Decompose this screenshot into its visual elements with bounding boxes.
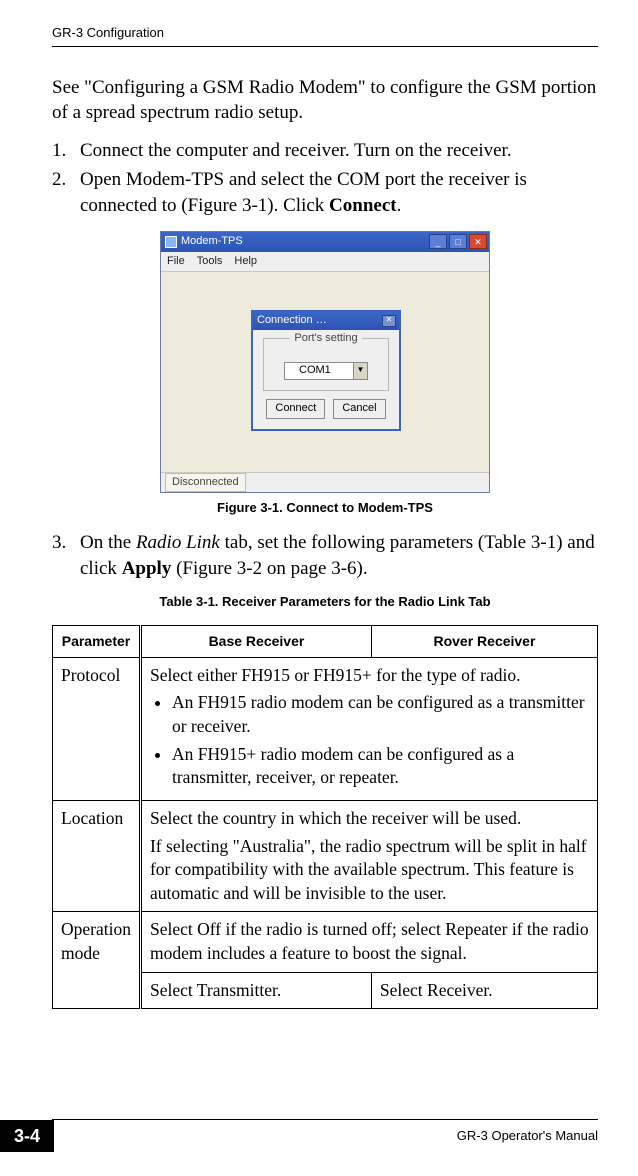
step-3-pre: On the (80, 532, 136, 553)
app-window: Modem-TPS _ □ ✕ File Tools Help Connecti… (160, 231, 490, 493)
chevron-down-icon: ▼ (353, 363, 367, 379)
step-3-bold: Apply (122, 558, 172, 579)
figure-screenshot: Modem-TPS _ □ ✕ File Tools Help Connecti… (52, 231, 598, 493)
step-2-num: 2. (52, 167, 80, 218)
dialog-close-button[interactable]: ✕ (382, 315, 396, 327)
step-3: 3. On the Radio Link tab, set the follow… (52, 530, 598, 581)
running-head: GR-3 Configuration (52, 24, 598, 42)
cell-opmode-rover: Select Receiver. (371, 972, 597, 1009)
cell-opmode-shared: Select Off if the radio is turned off; s… (140, 912, 597, 972)
menu-file[interactable]: File (167, 254, 185, 269)
footer: 3-4 GR-3 Operator's Manual (0, 1119, 638, 1152)
com-port-select[interactable]: COM1 ▼ (284, 362, 368, 380)
menu-tools[interactable]: Tools (197, 254, 223, 269)
protocol-bullet-1: An FH915 radio modem can be configured a… (172, 691, 589, 738)
cell-opmode-base: Select Transmitter. (140, 972, 371, 1009)
figure-caption: Figure 3-1. Connect to Modem-TPS (52, 499, 598, 517)
connection-dialog: Connection … ✕ Port's setting COM1 ▼ (251, 310, 401, 431)
step-1: 1. Connect the computer and receiver. Tu… (52, 138, 598, 164)
header-rule (52, 46, 598, 47)
protocol-bullet-2: An FH915+ radio modem can be configured … (172, 743, 589, 790)
cell-opmode-name: Operation mode (53, 912, 141, 1009)
steps-list-cont: 3. On the Radio Link tab, set the follow… (52, 530, 598, 581)
th-parameter: Parameter (53, 625, 141, 657)
location-line2: If selecting "Australia", the radio spec… (150, 835, 589, 906)
app-body: Connection … ✕ Port's setting COM1 ▼ (161, 272, 489, 472)
cell-location-name: Location (53, 800, 141, 912)
menubar: File Tools Help (161, 252, 489, 272)
ports-setting-group: Port's setting COM1 ▼ (263, 338, 389, 391)
protocol-intro: Select either FH915 or FH915+ for the ty… (150, 664, 589, 688)
step-3-text: On the Radio Link tab, set the following… (80, 530, 598, 581)
step-1-text: Connect the computer and receiver. Turn … (80, 138, 598, 164)
step-3-num: 3. (52, 530, 80, 581)
maximize-button[interactable]: □ (449, 234, 467, 249)
close-button[interactable]: ✕ (469, 234, 487, 249)
menu-help[interactable]: Help (234, 254, 257, 269)
cell-protocol-name: Protocol (53, 657, 141, 800)
dialog-titlebar: Connection … ✕ (253, 312, 399, 330)
dialog-title: Connection … (257, 313, 327, 328)
step-2-pre: Open Modem-TPS and select the COM port t… (80, 169, 527, 216)
window-title: Modem-TPS (181, 234, 243, 249)
step-1-num: 1. (52, 138, 80, 164)
status-text: Disconnected (165, 473, 246, 492)
com-port-value: COM1 (299, 363, 331, 378)
row-opmode-shared: Operation mode Select Off if the radio i… (53, 912, 598, 972)
intro-paragraph: See "Configuring a GSM Radio Modem" to c… (52, 75, 598, 126)
ports-setting-legend: Port's setting (290, 331, 361, 346)
step-3-italic: Radio Link (136, 532, 220, 553)
th-base: Base Receiver (140, 625, 371, 657)
statusbar: Disconnected (161, 472, 489, 492)
parameters-table: Parameter Base Receiver Rover Receiver P… (52, 625, 598, 1009)
connect-button[interactable]: Connect (266, 399, 325, 419)
cell-location-body: Select the country in which the receiver… (140, 800, 597, 912)
step-2-text: Open Modem-TPS and select the COM port t… (80, 167, 598, 218)
app-icon (165, 236, 177, 248)
step-2-bold: Connect (329, 195, 397, 216)
step-2-post: . (397, 195, 402, 216)
table-caption: Table 3-1. Receiver Parameters for the R… (52, 593, 598, 611)
cancel-button[interactable]: Cancel (333, 399, 385, 419)
step-2: 2. Open Modem-TPS and select the COM por… (52, 167, 598, 218)
location-line1: Select the country in which the receiver… (150, 807, 589, 831)
page-number: 3-4 (0, 1120, 54, 1152)
row-protocol: Protocol Select either FH915 or FH915+ f… (53, 657, 598, 800)
titlebar: Modem-TPS _ □ ✕ (161, 232, 489, 252)
footer-right: GR-3 Operator's Manual (457, 1127, 598, 1145)
minimize-button[interactable]: _ (429, 234, 447, 249)
steps-list: 1. Connect the computer and receiver. Tu… (52, 138, 598, 219)
step-3-post: (Figure 3-2 on page 3-6). (171, 558, 367, 579)
th-rover: Rover Receiver (371, 625, 597, 657)
row-location: Location Select the country in which the… (53, 800, 598, 912)
cell-protocol-body: Select either FH915 or FH915+ for the ty… (140, 657, 597, 800)
